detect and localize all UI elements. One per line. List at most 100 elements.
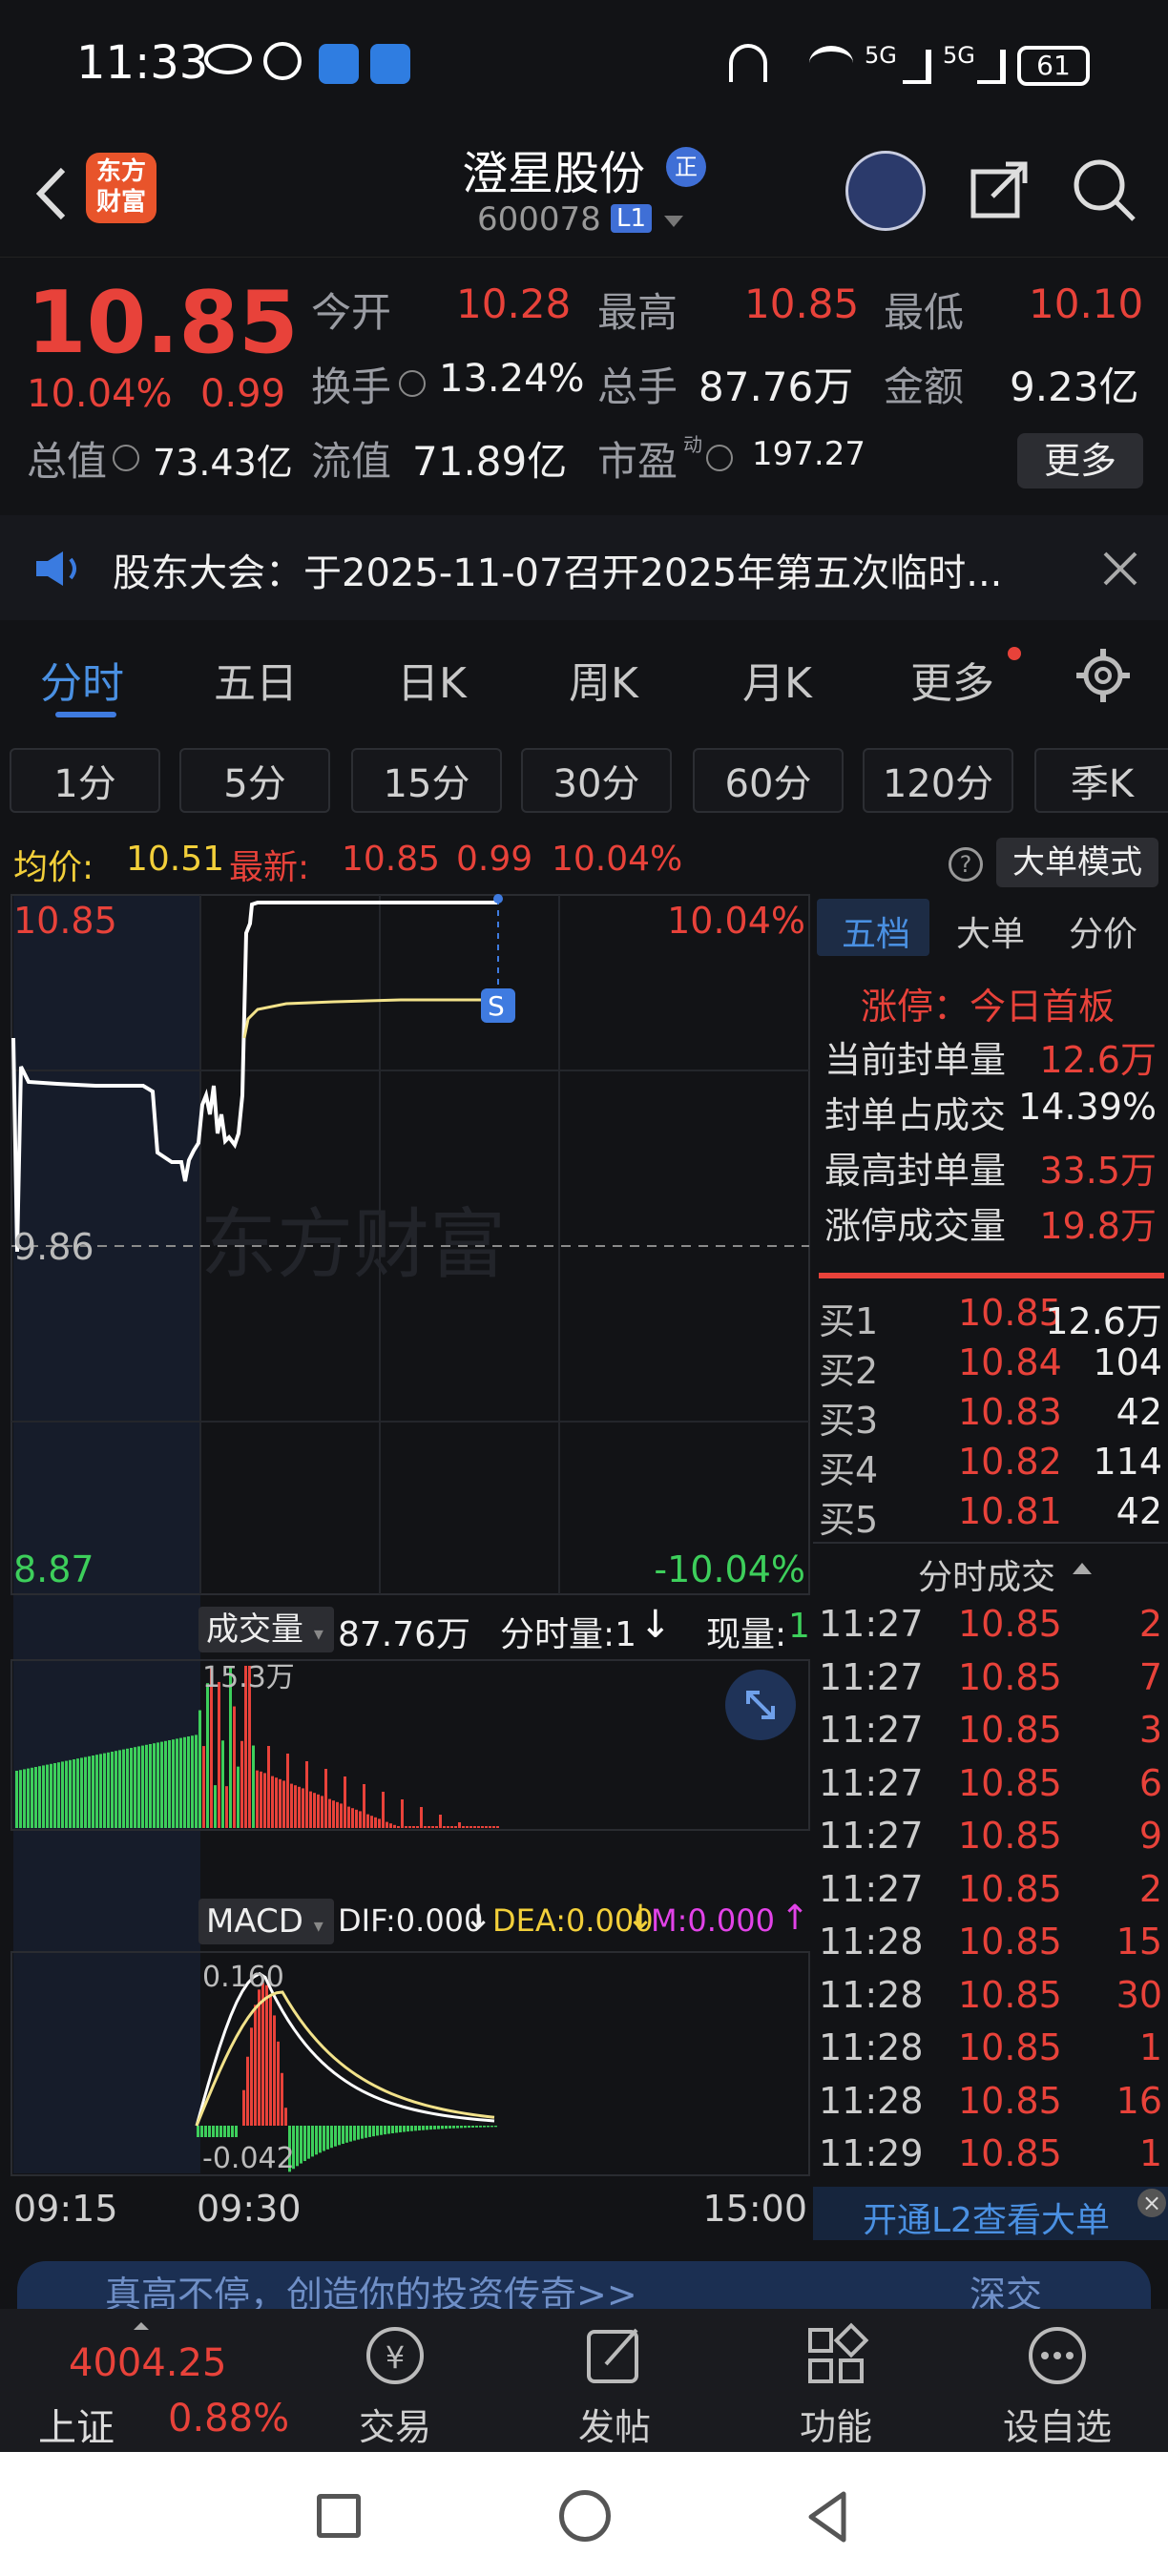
robot-assistant-icon[interactable]: [845, 151, 926, 231]
back-icon[interactable]: [25, 160, 82, 227]
macd-bar: [468, 2126, 470, 2128]
tab-five-levels[interactable]: 五档: [842, 906, 910, 956]
subtab-15min[interactable]: 15分: [351, 748, 502, 813]
app-logo[interactable]: 东方 财富: [86, 153, 156, 223]
tab-more[interactable]: 更多: [910, 649, 994, 710]
status-bar: 11:33 5G 5G 61: [0, 0, 1168, 134]
macd-bar: [303, 2126, 306, 2161]
share-icon[interactable]: [970, 158, 1031, 219]
tab-large-orders[interactable]: 大单: [956, 906, 1025, 956]
volume-bar: [252, 1746, 255, 1828]
index-pct: 0.88%: [168, 2397, 289, 2441]
bid-row[interactable]: 买3 10.83 42: [813, 1391, 1168, 1443]
tick-time: 11:29: [819, 2132, 924, 2174]
nav-functions[interactable]: 功能: [760, 2322, 912, 2450]
volume-bar: [134, 1747, 136, 1828]
subtab-30min[interactable]: 30分: [521, 748, 672, 813]
volume-bar: [92, 1755, 94, 1828]
volume-now-value: 1: [788, 1607, 810, 1646]
expand-icon[interactable]: [725, 1670, 796, 1740]
macd-bar: [315, 2126, 318, 2154]
back-nav-icon[interactable]: [803, 2488, 851, 2545]
tab-price-distribution[interactable]: 分价: [1069, 906, 1137, 956]
volume-bar: [23, 1769, 26, 1828]
tick-price: 10.85: [958, 1815, 1062, 1857]
gear-icon[interactable]: [1074, 647, 1132, 704]
subtab-60min[interactable]: 60分: [693, 748, 844, 813]
info-icon[interactable]: [113, 445, 139, 471]
nav-post[interactable]: 发帖: [538, 2322, 691, 2450]
volume-bar: [260, 1772, 262, 1828]
tick-volume: 30: [1116, 1974, 1162, 2016]
subtab-120min[interactable]: 120分: [863, 748, 1013, 813]
more-button[interactable]: 更多: [1017, 433, 1143, 488]
order-book-panel: 五档 大单 分价 涨停：今日首板 当前封单量 12.6万 封单占成交 14.39…: [813, 895, 1168, 2242]
volume-bar: [496, 1826, 499, 1828]
nav-add-watchlist[interactable]: 设自选: [981, 2322, 1134, 2450]
time-end-label: 15:00: [702, 2188, 807, 2230]
help-icon[interactable]: ?: [949, 847, 983, 882]
info-icon[interactable]: [706, 445, 733, 471]
tab-daily-k[interactable]: 日K: [397, 649, 467, 710]
tick-price: 10.85: [958, 1921, 1062, 1963]
ticks-title[interactable]: 分时成交: [918, 1549, 1055, 1599]
subtab-1min[interactable]: 1分: [10, 748, 160, 813]
arrow-up-icon: ↑: [781, 1899, 809, 1938]
latest-pct: 10.04%: [552, 840, 682, 879]
tab-weekly-k[interactable]: 周K: [569, 649, 638, 710]
bid-row[interactable]: 买1 10.85 12.6万: [813, 1292, 1168, 1343]
limit-stat-row: 最高封单量 33.5万: [813, 1141, 1168, 1193]
level-dropdown-icon[interactable]: [664, 216, 683, 227]
volume-bar: [439, 1815, 442, 1828]
macd-bar: [342, 2126, 344, 2144]
macd-bar: [368, 2126, 371, 2137]
recent-apps-icon[interactable]: [317, 2494, 361, 2538]
volume-bar: [95, 1755, 98, 1828]
subtab-5min[interactable]: 5分: [179, 748, 330, 813]
level-badge[interactable]: L1: [611, 204, 652, 233]
volume-bar: [42, 1765, 45, 1828]
volume-bar: [191, 1735, 194, 1828]
bid-row[interactable]: 买2 10.84 104: [813, 1341, 1168, 1393]
macd-indicator-select[interactable]: MACD ▾: [198, 1899, 334, 1944]
volume-bar: [355, 1810, 358, 1828]
volume-bar: [305, 1761, 308, 1828]
macd-bar: [475, 2126, 478, 2128]
macd-bar: [490, 2126, 493, 2127]
promo-banner[interactable]: 真高不停，创造你的投资传奇>> 深交: [0, 2242, 1168, 2309]
volume-indicator-select[interactable]: 成交量 ▾: [198, 1607, 334, 1652]
volume-bar: [321, 1796, 323, 1828]
time-start-label: 09:15: [13, 2188, 118, 2230]
l2-link[interactable]: 开通L2查看大单: [863, 2192, 1110, 2242]
search-icon[interactable]: [1071, 156, 1137, 223]
l2-banner[interactable]: 开通L2查看大单 ×: [813, 2187, 1168, 2240]
macd-bar: [391, 2126, 394, 2133]
notice-bar[interactable]: 股东大会：于2025-11-07召开2025年第五次临时...: [0, 515, 1168, 620]
close-icon[interactable]: ×: [1137, 2189, 1166, 2217]
volume-value: 87.76万: [699, 355, 853, 413]
tab-monthly-k[interactable]: 月K: [742, 649, 812, 710]
info-icon[interactable]: [399, 370, 426, 397]
index-ticker[interactable]: 4004.25 上证 0.88%: [0, 2309, 305, 2452]
sort-up-icon[interactable]: [1073, 1563, 1092, 1574]
macd-bar: [479, 2126, 482, 2128]
large-order-mode-button[interactable]: 大单模式: [996, 838, 1158, 887]
volume-bar: [149, 1744, 152, 1828]
volume-bar: [99, 1754, 102, 1828]
home-icon[interactable]: [559, 2490, 611, 2542]
macd-top-label: 0.160: [202, 1961, 284, 1994]
network-label: 5G: [943, 42, 975, 69]
bid-row[interactable]: 买4 10.82 114: [813, 1441, 1168, 1492]
volume-bar: [340, 1803, 343, 1828]
limit-stat-value: 33.5万: [1039, 1141, 1157, 1194]
avg-price-line: [244, 1000, 498, 1038]
volume-bar: [290, 1784, 293, 1828]
tick-price: 10.85: [958, 2026, 1062, 2068]
mktcap-label: 总值: [27, 429, 107, 488]
close-icon[interactable]: [1101, 550, 1139, 588]
subtab-season-k[interactable]: 季K: [1034, 748, 1168, 813]
tab-5day[interactable]: 五日: [214, 649, 298, 710]
nav-trade[interactable]: ¥ 交易: [319, 2322, 471, 2450]
bid-row[interactable]: 买5 10.81 42: [813, 1490, 1168, 1542]
tab-intraday[interactable]: 分时: [40, 649, 124, 710]
